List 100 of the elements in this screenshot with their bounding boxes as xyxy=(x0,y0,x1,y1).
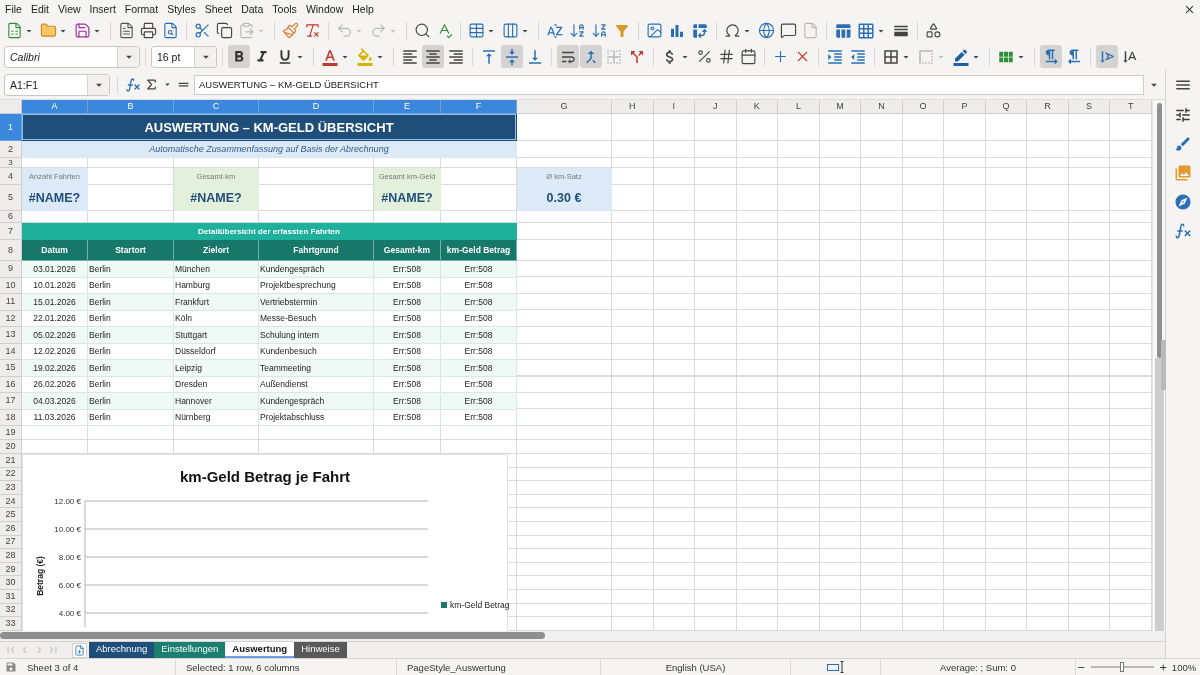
section-banner: Detailübersicht der erfassten Fahrten xyxy=(22,223,517,240)
plus-icon xyxy=(772,48,789,65)
table-cell: Berlin xyxy=(88,327,174,344)
wrap-text-button[interactable] xyxy=(557,45,579,68)
scrollbar-thumb[interactable] xyxy=(0,632,545,640)
column-header[interactable]: Q xyxy=(985,100,1028,114)
sidebar-handle[interactable] xyxy=(1161,340,1166,390)
row-header[interactable]: 28 xyxy=(0,549,22,563)
axis-tick-label: 8.00 € xyxy=(58,553,81,562)
menu-item[interactable]: Window xyxy=(301,1,348,17)
menu-item[interactable]: Edit xyxy=(26,1,54,17)
merge-center-button[interactable] xyxy=(580,45,602,68)
menu-item[interactable]: File xyxy=(0,1,27,17)
row-header[interactable]: 6 xyxy=(0,211,22,223)
row-header[interactable]: 19 xyxy=(0,426,22,440)
row-header[interactable]: 2 xyxy=(0,141,22,158)
row-header[interactable]: 25 xyxy=(0,508,22,522)
row-header[interactable]: 7 xyxy=(0,223,22,240)
column-header[interactable]: R xyxy=(1027,100,1069,114)
table-cell: Berlin xyxy=(88,261,174,278)
zoom-percent[interactable]: 100% xyxy=(1171,661,1197,673)
hash-icon xyxy=(718,48,735,65)
column-header[interactable]: I xyxy=(653,100,696,114)
rectangle-cursor-icon[interactable] xyxy=(826,661,845,673)
row-header[interactable]: 1 xyxy=(0,114,22,141)
name-box[interactable]: A1:F1 xyxy=(4,73,110,96)
sheet-tab[interactable]: Abrechnung xyxy=(89,641,155,658)
text-direction-button[interactable] xyxy=(1096,45,1118,68)
column-header[interactable]: L xyxy=(778,100,820,114)
sheet-tab[interactable]: Hinweise xyxy=(294,641,347,658)
menu-item[interactable]: Tools xyxy=(267,1,302,17)
row-header[interactable]: 20 xyxy=(0,440,22,454)
sigma-icon[interactable] xyxy=(144,77,159,92)
column-header[interactable]: D xyxy=(259,100,374,114)
row-header[interactable]: 21 xyxy=(0,454,22,468)
column-header[interactable]: E xyxy=(374,100,441,114)
spreadsheet-grid[interactable] xyxy=(0,100,1152,631)
vertical-scrollbar[interactable] xyxy=(1152,100,1165,631)
table-cell: 05.02.2026 xyxy=(22,327,88,344)
row-header[interactable]: 23 xyxy=(0,481,22,495)
menu-item[interactable]: Insert xyxy=(85,1,121,17)
column-header[interactable]: J xyxy=(695,100,737,114)
column-header[interactable]: G xyxy=(517,100,612,114)
left-to-right-button[interactable] xyxy=(1040,45,1062,68)
column-header[interactable]: T xyxy=(1110,100,1152,114)
table-cell: Kundengespräch xyxy=(259,393,374,410)
row-header[interactable]: 11 xyxy=(0,294,22,311)
menu-item[interactable]: Help xyxy=(347,1,379,17)
brush-icon[interactable] xyxy=(1174,135,1192,153)
row-header[interactable]: 4 xyxy=(0,168,22,185)
horizontal-scrollbar[interactable] xyxy=(0,630,1165,641)
column-header[interactable]: N xyxy=(861,100,903,114)
paintbrush-icon xyxy=(282,22,299,39)
sheet-tab[interactable]: Auswertung xyxy=(225,641,295,658)
sliders-icon[interactable] xyxy=(1174,106,1192,124)
row-header[interactable]: 15 xyxy=(0,360,22,377)
column-header[interactable]: H xyxy=(612,100,654,114)
chart[interactable]: km-Geld Betrag je Fahrt 12.00 € 10.00 € 8.00 € 6.00 € 4.00 € Betrag (€) km-Geld Betrag xyxy=(22,454,508,631)
align-center-button[interactable] xyxy=(422,45,444,68)
language-label[interactable]: English (USA) xyxy=(665,661,726,673)
menu-item[interactable]: View xyxy=(53,1,86,17)
column-header[interactable]: B xyxy=(88,100,174,114)
column-header[interactable]: M xyxy=(819,100,862,114)
add-sheet-button[interactable] xyxy=(72,642,87,658)
row-header[interactable]: 5 xyxy=(0,185,22,211)
plus-icon[interactable] xyxy=(1157,661,1168,673)
table-cell: 15.01.2026 xyxy=(22,294,88,311)
column-header[interactable]: C xyxy=(174,100,259,114)
font-name-field[interactable]: Calibri xyxy=(4,45,140,68)
column-header[interactable]: P xyxy=(944,100,986,114)
column-header[interactable]: O xyxy=(902,100,945,114)
menu-item[interactable]: Data xyxy=(236,1,268,17)
row-header[interactable]: 17 xyxy=(0,393,22,410)
compass-icon[interactable] xyxy=(1174,193,1192,211)
row-header[interactable]: 3 xyxy=(0,158,22,168)
row-header[interactable]: 8 xyxy=(0,240,22,261)
bold-button[interactable] xyxy=(228,45,250,68)
column-header[interactable]: S xyxy=(1068,100,1111,114)
column-header[interactable]: K xyxy=(736,100,779,114)
font-size-field[interactable]: 16 pt xyxy=(151,45,217,68)
row-header[interactable]: 9 xyxy=(0,261,22,278)
function-icon[interactable] xyxy=(1174,222,1192,240)
sheet-tab[interactable]: Einstellungen xyxy=(154,641,226,658)
column-header[interactable]: A xyxy=(22,100,88,114)
column-header[interactable]: F xyxy=(441,100,517,114)
menu-item[interactable]: Styles xyxy=(162,1,201,17)
row-header[interactable]: 33 xyxy=(0,617,22,631)
zoom-slider-thumb[interactable] xyxy=(1120,662,1124,672)
scrollbar-thumb[interactable] xyxy=(1156,103,1162,358)
align-middle-button[interactable] xyxy=(501,45,523,68)
menu-item[interactable]: Sheet xyxy=(200,1,237,17)
sort-ascending-icon xyxy=(569,22,586,39)
chart-title: km-Geld Betrag je Fahrt xyxy=(179,467,350,487)
function-icon[interactable] xyxy=(125,76,141,93)
menu-item[interactable]: Format xyxy=(120,1,163,17)
row-header[interactable]: 13 xyxy=(0,327,22,344)
table-cell: Teammeeting xyxy=(259,360,374,377)
row-header[interactable]: 30 xyxy=(0,576,22,590)
table-header-cell: Gesamt-km xyxy=(374,240,441,261)
formula-input[interactable]: AUSWERTUNG – KM-GELD ÜBERSICHT xyxy=(194,74,1144,95)
